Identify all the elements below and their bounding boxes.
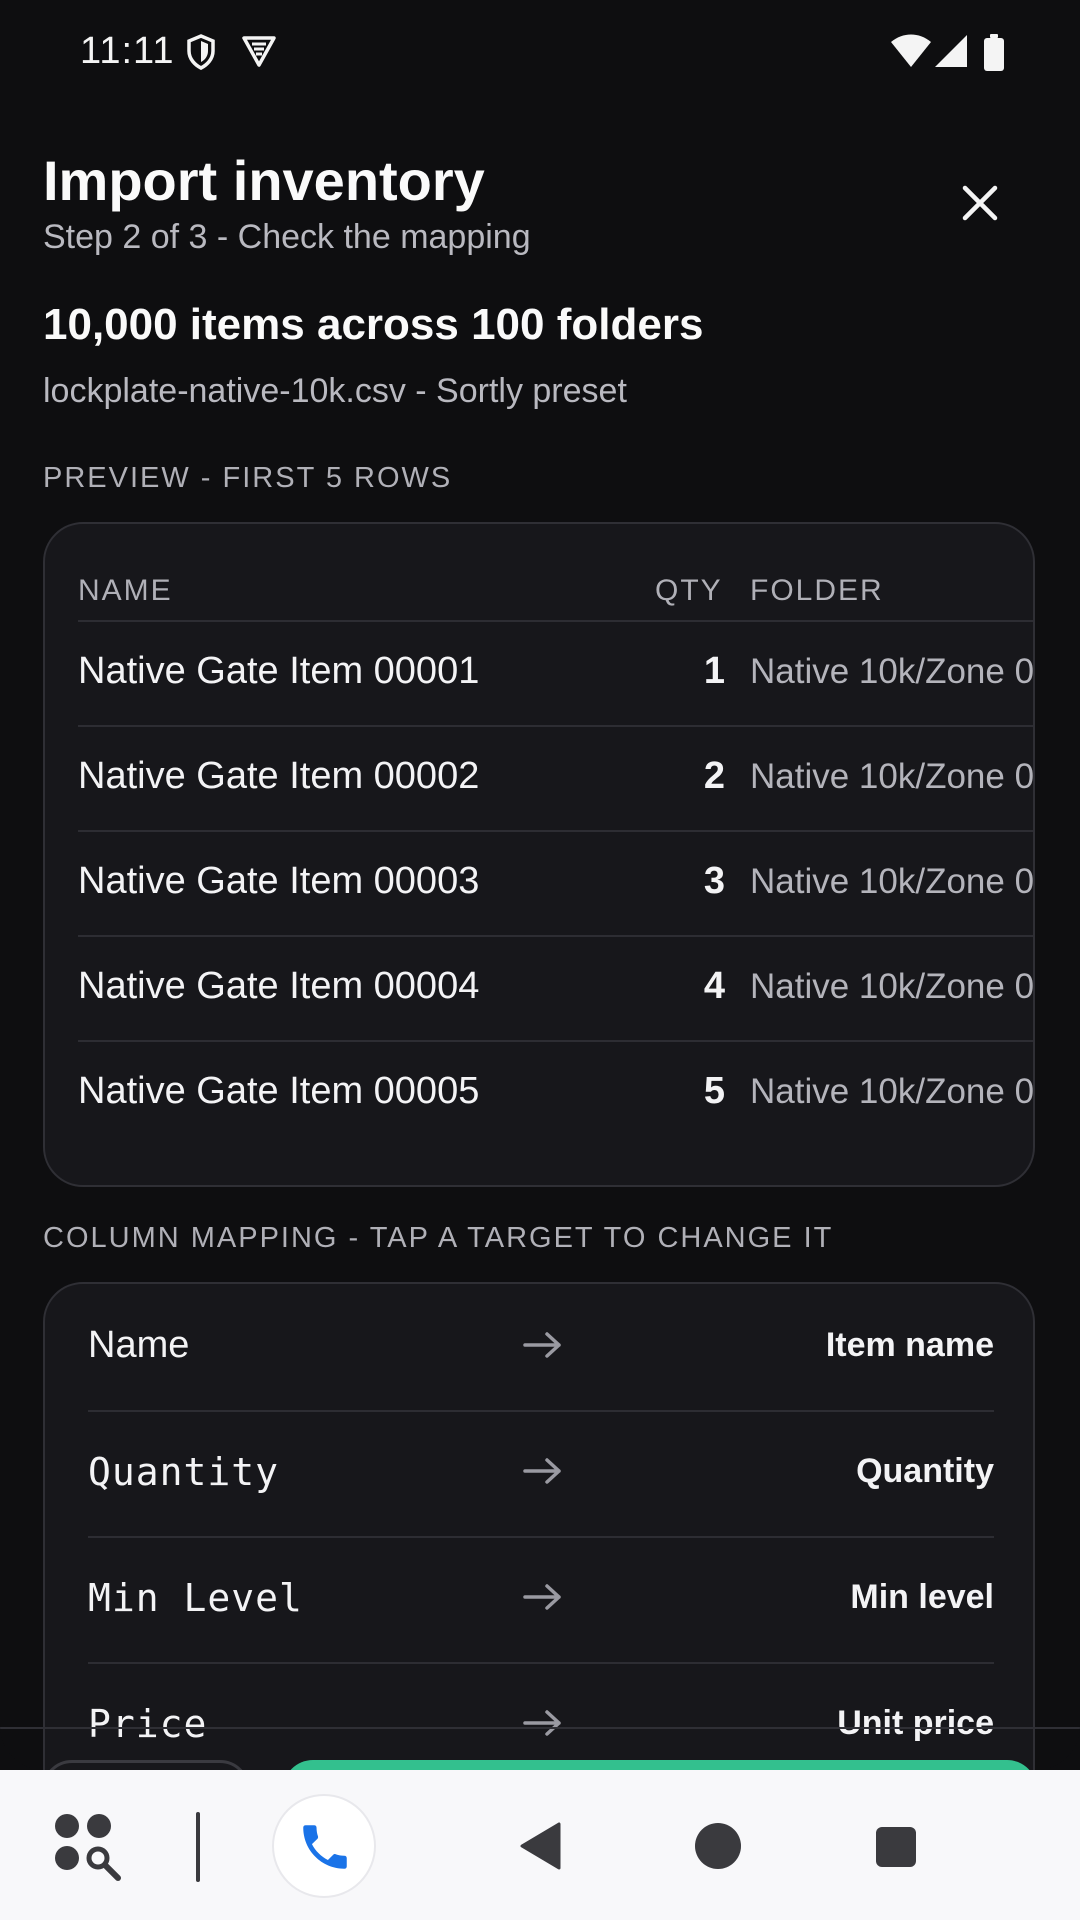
- mapping-source: Name: [88, 1324, 190, 1366]
- row-name: Native Gate Item 00004: [78, 965, 480, 1007]
- row-name: Native Gate Item 00005: [78, 1070, 480, 1112]
- phone-icon: [303, 1825, 347, 1869]
- page-title: Import inventory: [43, 149, 485, 212]
- row-divider: [78, 620, 1033, 622]
- row-folder: Native 10k/Zone 0: [750, 757, 1035, 796]
- app-drawer-search-icon[interactable]: [52, 1812, 126, 1882]
- row-qty: 1: [703, 650, 725, 692]
- row-qty: 3: [703, 860, 725, 902]
- step-subtitle: Step 2 of 3 - Check the mapping: [43, 218, 531, 256]
- home-icon[interactable]: [694, 1822, 742, 1870]
- column-mapping-list: Name Item name Quantity Quantity Min Lev…: [43, 1282, 1035, 1770]
- row-qty: 2: [703, 755, 725, 797]
- mapping-row-quantity[interactable]: Quantity Quantity: [88, 1410, 994, 1536]
- row-folder: Native 10k/Zone 0: [750, 1072, 1035, 1111]
- mapping-row-price[interactable]: Price Unit price: [88, 1662, 994, 1770]
- row-divider: [78, 725, 1033, 727]
- import-summary-title: 10,000 items across 100 folders: [43, 300, 704, 349]
- row-divider: [88, 1410, 994, 1412]
- mapping-row-min-level[interactable]: Min Level Min level: [88, 1536, 994, 1662]
- mapping-source: Price: [88, 1702, 208, 1746]
- phone-button[interactable]: [272, 1794, 376, 1898]
- column-header-name: NAME: [78, 574, 173, 607]
- row-name: Native Gate Item 00003: [78, 860, 480, 902]
- preview-table: NAME QTY FOLDER Native Gate Item 00001 1…: [43, 522, 1035, 1187]
- signal-icon: [935, 35, 967, 67]
- mapping-target[interactable]: Unit price: [837, 1704, 994, 1743]
- row-divider: [78, 1040, 1033, 1042]
- mapping-source: Quantity: [88, 1450, 280, 1494]
- row-folder: Native 10k/Zone 0: [750, 652, 1035, 691]
- row-divider: [88, 1536, 994, 1538]
- table-row: Native Gate Item 00002 2 Native 10k/Zone…: [78, 725, 1035, 830]
- wifi-icon: [891, 34, 931, 67]
- navigation-bar: [0, 1770, 1080, 1920]
- table-row: Native Gate Item 00003 3 Native 10k/Zone…: [78, 830, 1035, 935]
- table-row: Native Gate Item 00001 1 Native 10k/Zone…: [78, 620, 1035, 725]
- row-qty: 5: [703, 1070, 725, 1112]
- mapping-target[interactable]: Quantity: [856, 1452, 994, 1491]
- column-header-folder: FOLDER: [750, 574, 884, 607]
- close-icon[interactable]: [955, 178, 1005, 228]
- continue-button[interactable]: [283, 1760, 1037, 1770]
- mapping-source: Min Level: [88, 1576, 303, 1620]
- nav-divider: [196, 1812, 200, 1882]
- mapping-row-name[interactable]: Name Item name: [88, 1284, 994, 1410]
- shield-icon: [187, 34, 215, 70]
- status-time: 11:11: [80, 30, 175, 72]
- arrow-right-icon: [523, 1332, 561, 1358]
- arrow-right-icon: [523, 1584, 561, 1610]
- table-row: Native Gate Item 00004 4 Native 10k/Zone…: [78, 935, 1035, 1040]
- row-divider: [78, 830, 1033, 832]
- row-folder: Native 10k/Zone 0: [750, 967, 1035, 1006]
- back-icon[interactable]: [519, 1822, 563, 1870]
- arrow-right-icon: [523, 1458, 561, 1484]
- arrow-right-icon: [523, 1710, 561, 1736]
- column-header-qty: QTY: [655, 574, 723, 607]
- row-divider: [88, 1662, 994, 1664]
- table-row: Native Gate Item 00005 5 Native 10k/Zone…: [78, 1040, 1035, 1145]
- import-sheet: Import inventory Step 2 of 3 - Check the…: [0, 110, 1080, 1770]
- vpn-icon: [242, 36, 276, 67]
- mapping-target[interactable]: Item name: [826, 1326, 994, 1365]
- row-divider: [78, 935, 1033, 937]
- row-qty: 4: [703, 965, 725, 1007]
- recents-icon[interactable]: [875, 1826, 917, 1868]
- preview-section-label: PREVIEW - FIRST 5 ROWS: [43, 462, 453, 494]
- status-bar: 11:11: [0, 0, 1080, 110]
- back-button[interactable]: [42, 1760, 250, 1770]
- row-name: Native Gate Item 00001: [78, 650, 480, 692]
- battery-icon: [984, 34, 1004, 71]
- mapping-target[interactable]: Min level: [850, 1578, 994, 1617]
- mapping-section-label: COLUMN MAPPING - TAP A TARGET TO CHANGE …: [43, 1222, 834, 1254]
- row-folder: Native 10k/Zone 0: [750, 862, 1035, 901]
- row-name: Native Gate Item 00002: [78, 755, 480, 797]
- import-file-name: lockplate-native-10k.csv - Sortly preset: [43, 372, 627, 410]
- action-bar-divider: [0, 1727, 1080, 1729]
